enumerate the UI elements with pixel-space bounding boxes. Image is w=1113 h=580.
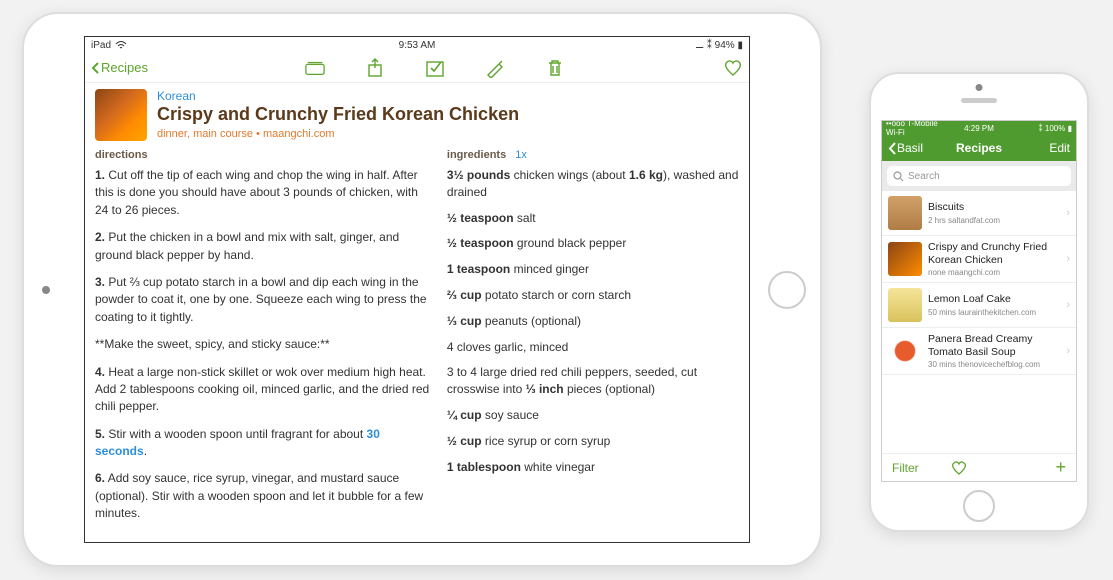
back-label: Recipes	[101, 60, 148, 75]
ingredient-line: ¼ cup soy sauce	[447, 407, 739, 424]
ingredient-line: ⅓ cup peanuts (optional)	[447, 313, 739, 330]
recipe-row[interactable]: Crispy and Crunchy Fried Korean Chicken n…	[882, 236, 1076, 283]
favorite-button[interactable]	[723, 59, 743, 77]
recipe-row[interactable]: Lemon Loaf Cake 50 mins laurainthekitchen…	[882, 283, 1076, 328]
ingredient-line: ½ teaspoon salt	[447, 210, 739, 227]
direction-step: 1. Cut off the tip of each wing and chop…	[95, 167, 431, 219]
direction-step: 3. Put ⅔ cup potato starch in a bowl and…	[95, 274, 431, 326]
recipe-name: Lemon Loaf Cake	[928, 293, 1060, 306]
ingredient-line: 3½ pounds chicken wings (about 1.6 kg), …	[447, 167, 739, 201]
recipe-image	[95, 89, 147, 141]
recipe-name: Crispy and Crunchy Fried Korean Chicken	[928, 241, 1060, 266]
direction-step: 4. Heat a large non-stick skillet or wok…	[95, 364, 431, 416]
ipad-device: iPad 9:53 AM ⚊ ⁑ 94% ▮ Recipes	[22, 12, 822, 567]
iphone-camera	[976, 84, 983, 91]
favorites-button[interactable]	[950, 460, 1008, 476]
ingredients-column: ingredients 1x 3½ pounds chicken wings (…	[447, 149, 739, 533]
direction-step: 2. Put the chicken in a bowl and mix wit…	[95, 229, 431, 264]
bluetooth-icon: ⚊ ⁑	[695, 40, 712, 51]
category-link[interactable]: Korean	[157, 89, 739, 103]
ingredient-line: ½ cup rice syrup or corn syrup	[447, 433, 739, 450]
ipad-status-bar: iPad 9:53 AM ⚊ ⁑ 94% ▮	[85, 37, 749, 53]
recipe-subtitle: 50 mins laurainthekitchen.com	[928, 308, 1060, 317]
ingredient-line: ⅔ cup potato starch or corn starch	[447, 287, 739, 304]
checklist-icon[interactable]	[425, 58, 445, 78]
recipe-row[interactable]: Panera Bread Creamy Tomato Basil Soup 30 …	[882, 328, 1076, 375]
iphone-home-button[interactable]	[963, 490, 995, 522]
battery-label: 94%	[715, 40, 735, 51]
status-time: 4:29 PM	[948, 124, 1010, 133]
chevron-right-icon: ›	[1066, 345, 1070, 357]
ipad-nav-bar: Recipes	[85, 53, 749, 83]
share-icon[interactable]	[365, 58, 385, 78]
ingredients-label: ingredients	[447, 149, 506, 161]
search-input[interactable]: Search	[887, 166, 1071, 186]
recipe-title: Crispy and Crunchy Fried Korean Chicken	[157, 104, 739, 125]
iphone-screen: ••ᴏᴏᴏ T-Mobile Wi-Fi 4:29 PM ⁑ 100% ▮ Ba…	[881, 120, 1077, 482]
cards-icon[interactable]	[305, 58, 325, 78]
chevron-left-icon	[888, 142, 897, 155]
recipe-thumbnail	[888, 334, 922, 368]
back-label: Basil	[897, 141, 923, 155]
chevron-right-icon: ›	[1066, 207, 1070, 219]
status-time: 9:53 AM	[308, 40, 525, 51]
direction-step: 6. Add soy sauce, rice syrup, vinegar, a…	[95, 470, 431, 522]
directions-heading: directions	[95, 149, 431, 161]
recipe-thumbnail	[888, 196, 922, 230]
trash-icon[interactable]	[545, 58, 565, 78]
recipe-thumbnail	[888, 242, 922, 276]
ingredient-line: 3 to 4 large dried red chili peppers, se…	[447, 364, 739, 398]
iphone-speaker	[961, 98, 997, 103]
iphone-device: ••ᴏᴏᴏ T-Mobile Wi-Fi 4:29 PM ⁑ 100% ▮ Ba…	[869, 72, 1089, 532]
recipe-name: Panera Bread Creamy Tomato Basil Soup	[928, 333, 1060, 358]
recipe-thumbnail	[888, 288, 922, 322]
iphone-toolbar: Filter +	[882, 453, 1076, 481]
carrier-label: ••ᴏᴏᴏ	[886, 120, 907, 128]
ipad-camera	[42, 286, 50, 294]
ipad-home-button[interactable]	[768, 271, 806, 309]
back-button[interactable]: Basil	[888, 141, 949, 155]
recipe-subtitle: 2 hrs saltandfat.com	[928, 216, 1060, 225]
edit-icon[interactable]	[485, 58, 505, 78]
iphone-nav-bar: Basil Recipes Edit	[882, 135, 1076, 161]
chevron-right-icon: ›	[1066, 299, 1070, 311]
battery-label: 100%	[1045, 124, 1065, 133]
battery-icon: ▮	[737, 40, 743, 51]
nav-title: Recipes	[949, 141, 1010, 155]
ingredient-line: ½ teaspoon ground black pepper	[447, 235, 739, 252]
recipe-list: Biscuits2 hrs saltandfat.com›Crispy and …	[882, 191, 1076, 453]
ingredient-line: 1 teaspoon minced ginger	[447, 261, 739, 278]
iphone-status-bar: ••ᴏᴏᴏ T-Mobile Wi-Fi 4:29 PM ⁑ 100% ▮	[882, 121, 1076, 135]
recipe-header: Korean Crispy and Crunchy Fried Korean C…	[85, 83, 749, 149]
ingredients-heading: ingredients 1x	[447, 149, 739, 161]
multiplier-button[interactable]: 1x	[515, 149, 527, 161]
recipe-body: directions 1. Cut off the tip of each wi…	[85, 149, 749, 533]
ingredient-line: 4 cloves garlic, minced	[447, 339, 739, 356]
add-button[interactable]: +	[1008, 457, 1066, 478]
search-icon	[893, 171, 904, 182]
back-button[interactable]: Recipes	[91, 60, 148, 75]
device-label: iPad	[91, 40, 111, 51]
chevron-left-icon	[91, 61, 101, 75]
recipe-tags[interactable]: dinner, main course • maangchi.com	[157, 128, 739, 140]
direction-step: **Make the sweet, spicy, and sticky sauc…	[95, 336, 431, 353]
ingredient-line: 1 tablespoon white vinegar	[447, 459, 739, 476]
wifi-icon	[115, 40, 127, 50]
directions-column: directions 1. Cut off the tip of each wi…	[95, 149, 431, 533]
filter-button[interactable]: Filter	[892, 461, 950, 475]
recipe-subtitle: 30 mins thenovicechefblog.com	[928, 360, 1060, 369]
battery-icon: ▮	[1065, 124, 1072, 133]
recipe-subtitle: none maangchi.com	[928, 268, 1060, 277]
edit-button[interactable]: Edit	[1009, 141, 1070, 155]
search-placeholder: Search	[908, 171, 940, 182]
search-bar: Search	[882, 161, 1076, 191]
recipe-row[interactable]: Biscuits 2 hrs saltandfat.com ›	[882, 191, 1076, 236]
chevron-right-icon: ›	[1066, 253, 1070, 265]
direction-step: 5. Stir with a wooden spoon until fragra…	[95, 426, 431, 461]
ipad-screen: iPad 9:53 AM ⚊ ⁑ 94% ▮ Recipes	[84, 36, 750, 543]
recipe-name: Biscuits	[928, 201, 1060, 214]
